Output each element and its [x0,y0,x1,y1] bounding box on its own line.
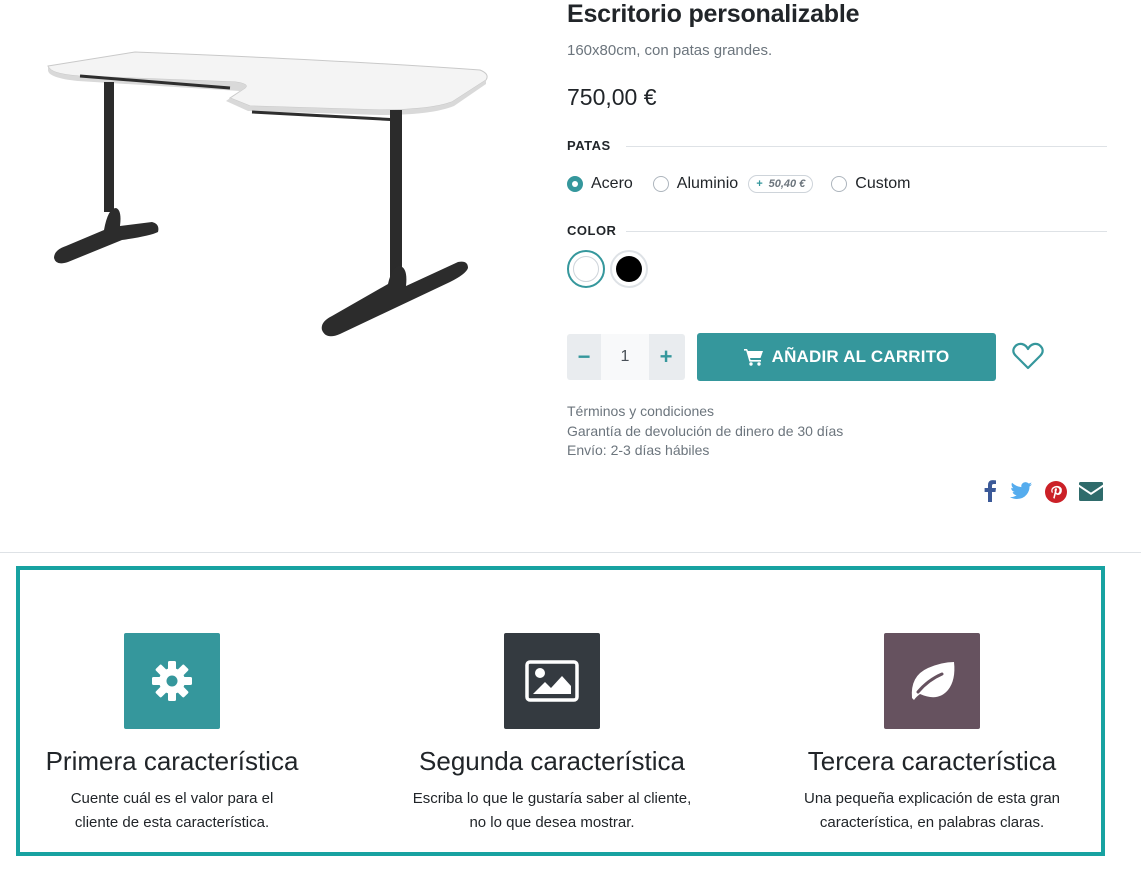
facebook-icon[interactable] [983,480,997,502]
feature-3: Tercera característica Una pequeña expli… [742,633,1122,835]
color-swatch-black[interactable] [610,250,648,288]
email-icon[interactable] [1079,482,1103,501]
product-price: 750,00 € [567,84,657,110]
add-to-cart-button[interactable]: AÑADIR AL CARRITO [697,333,996,381]
product-image[interactable] [40,40,500,350]
option-label: Custom [855,175,911,192]
terms-link[interactable]: Términos y condiciones [567,402,843,422]
product-title: Escritorio personalizable [567,0,860,28]
add-to-cart-label: AÑADIR AL CARRITO [771,347,950,366]
section-divider [0,552,1141,553]
feature-title: Segunda característica [419,746,685,776]
feature-desc-line: característica, en palabras claras. [819,814,1045,831]
attribute-divider [626,231,1107,232]
feature-desc-line: Cuente cuál es el valor para el [70,790,274,807]
legs-options: Acero Aluminio +50,40 € Custom [567,175,930,193]
feature-icon-box [124,633,220,729]
feature-icon-box [504,633,600,729]
feature-desc-line: Una pequeña explicación de esta gran [803,790,1061,807]
product-subtitle: 160x80cm, con patas grandes. [567,42,773,59]
guarantee-text: Garantía de devolución de dinero de 30 d… [567,422,844,439]
attribute-divider [626,146,1107,147]
quantity-plus-button[interactable]: + [649,334,683,380]
product-info: Términos y condiciones Garantía de devol… [567,402,843,461]
option-label: Acero [591,175,633,192]
pinterest-icon[interactable] [1045,481,1067,503]
radio-aluminio[interactable] [652,176,669,192]
quantity-stepper: − 1 + [567,334,685,380]
feature-description: Escriba lo que le gustaría saber al clie… [362,787,742,835]
radio-acero[interactable] [567,176,583,192]
feature-icon-box [884,633,980,729]
gear-icon [152,661,192,701]
twitter-icon[interactable] [1010,482,1032,500]
attribute-label-legs: PATAS [567,138,611,153]
feature-title: Tercera característica [807,746,1057,776]
radio-custom[interactable] [831,176,848,192]
feature-description: Cuente cuál es el valor para el cliente … [0,787,362,835]
option-label: Aluminio [676,175,739,192]
swatch-fill-white [573,256,599,282]
feature-1: Primera característica Cuente cuál es el… [0,633,362,835]
feature-2: Segunda característica Escriba lo que le… [362,633,742,835]
shopping-cart-icon [743,349,763,366]
swatch-fill-black [616,256,642,282]
quantity-input[interactable]: 1 [601,334,649,380]
option-custom[interactable]: Custom [831,175,910,193]
attribute-label-color: COLOR [567,223,617,238]
shipping-text: Envío: 2-3 días hábiles [567,442,710,458]
feature-title: Primera característica [45,746,299,776]
plus-sign: + [756,178,763,190]
extra-price: 50,40 € [768,178,806,190]
feature-desc-line: Escriba lo que le gustaría saber al clie… [412,790,692,807]
option-aluminio[interactable]: Aluminio +50,40 € [652,175,814,193]
option-acero[interactable]: Acero [567,175,633,193]
feature-desc-line: no lo que desea mostrar. [469,814,635,831]
image-icon [525,660,579,702]
leaf-icon [911,662,955,700]
quantity-minus-button[interactable]: − [567,334,601,380]
color-swatch-white[interactable] [567,250,605,288]
feature-desc-line: cliente de esta característica. [74,814,270,831]
heart-icon[interactable] [1012,342,1044,370]
extra-price-badge: +50,40 € [748,175,814,193]
feature-description: Una pequeña explicación de esta gran car… [742,787,1122,835]
